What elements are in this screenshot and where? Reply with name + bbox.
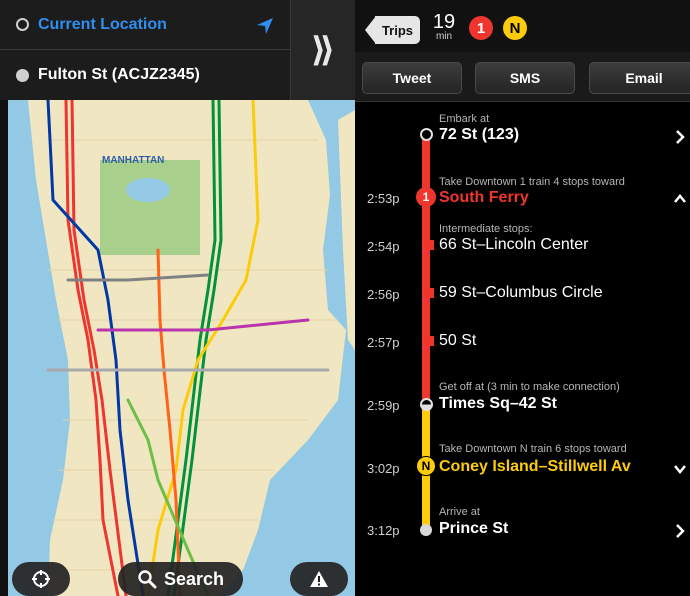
- line-1-badge: 1: [469, 16, 493, 40]
- locate-me-button[interactable]: [12, 562, 70, 596]
- subway-map[interactable]: MANHATTAN: [8, 100, 355, 596]
- origin-field[interactable]: Current Location: [0, 0, 290, 50]
- itinerary-list: Embark at 72 St (123) Take Downtown 1 tr…: [355, 102, 690, 596]
- intermediate-caption: Intermediate stops:: [439, 223, 533, 235]
- trips-back-button[interactable]: Trips: [365, 16, 420, 44]
- leg2-terminal: Coney Island–Stillwell Av: [439, 458, 631, 475]
- trip-duration-value: 19: [432, 11, 456, 33]
- email-button[interactable]: Email: [589, 62, 690, 94]
- destination-dot-icon: [16, 68, 29, 82]
- sms-button[interactable]: SMS: [475, 62, 575, 94]
- warning-icon: [310, 571, 328, 587]
- intermediate-stop-name: 59 St–Columbus Circle: [439, 284, 603, 301]
- intermediate-stop-name: 50 St: [439, 332, 477, 349]
- chevron-down-icon[interactable]: [674, 462, 686, 476]
- double-chevron-right-icon: ⟫: [310, 31, 336, 69]
- intermediate-stop-tick: [428, 240, 434, 250]
- embark-stop-icon: [419, 128, 433, 141]
- arrive-station: Prince St: [439, 520, 509, 537]
- embark-caption: Embark at: [439, 113, 490, 125]
- intermediate-stop-tick: [428, 288, 434, 298]
- search-button-label: Search: [163, 568, 225, 589]
- intermediate-stop-name: 66 St–Lincoln Center: [439, 236, 589, 253]
- destination-field[interactable]: Fulton St (ACJZ2345): [0, 50, 290, 100]
- trip-header: Trips 19 min 1 N: [355, 0, 690, 52]
- collapse-panel-button[interactable]: ⟫: [290, 0, 355, 100]
- search-button[interactable]: Search: [118, 562, 243, 596]
- chevron-up-icon[interactable]: [674, 192, 686, 206]
- crosshair-icon: [32, 570, 50, 588]
- route-endpoints: Current Location Fulton St (ACJZ2345): [0, 0, 290, 100]
- subway-map-graphic: MANHATTAN: [8, 100, 355, 596]
- origin-label: Current Location: [38, 15, 167, 33]
- map-reservoir: [126, 178, 170, 202]
- transfer-time: 2:59p: [367, 398, 400, 413]
- arrive-caption: Arrive at: [439, 506, 480, 518]
- arrive-time: 3:12p: [367, 523, 400, 538]
- leg1-line-badge: 1: [416, 187, 436, 207]
- chevron-right-icon[interactable]: [674, 130, 686, 144]
- tweet-button[interactable]: Tweet: [362, 62, 462, 94]
- embark-station: 72 St (123): [439, 126, 520, 143]
- trip-duration-unit: min: [435, 31, 453, 42]
- leg1-terminal: South Ferry: [439, 189, 529, 206]
- service-alert-button[interactable]: [290, 562, 348, 596]
- intermediate-stop-time: 2:57p: [367, 335, 400, 350]
- trip-duration: 19 min: [431, 12, 457, 42]
- transfer-stop-icon: [419, 398, 433, 411]
- map-central-park: [100, 160, 200, 255]
- intermediate-stop-time: 2:54p: [367, 239, 400, 254]
- chevron-right-icon[interactable]: [674, 524, 686, 538]
- arrive-stop-icon: [420, 524, 432, 536]
- origin-dot-icon: [16, 18, 29, 31]
- leg2-line-badge: N: [416, 456, 436, 476]
- leg1-time: 2:53p: [367, 191, 400, 206]
- intermediate-stop-tick: [428, 336, 434, 346]
- map-borough-label: MANHATTAN: [102, 155, 164, 166]
- transfer-station: Times Sq–42 St: [439, 395, 557, 412]
- search-icon: [138, 570, 157, 589]
- intermediate-stop-time: 2:56p: [367, 287, 400, 302]
- leg2-caption: Take Downtown N train 6 stops toward: [439, 443, 627, 455]
- share-toolbar: Tweet SMS Email: [355, 52, 690, 102]
- transfer-caption: Get off at (3 min to make connection): [439, 381, 620, 393]
- map-panel: Current Location Fulton St (ACJZ2345) ⟫: [0, 0, 355, 596]
- leg1-caption: Take Downtown 1 train 4 stops toward: [439, 176, 625, 188]
- route-line-1-segment: [422, 138, 430, 402]
- destination-label: Fulton St (ACJZ2345): [38, 66, 200, 83]
- line-n-badge: N: [503, 16, 527, 40]
- leg2-time: 3:02p: [367, 461, 400, 476]
- trips-back-label: Trips: [375, 16, 420, 44]
- location-arrow-icon[interactable]: [256, 17, 274, 35]
- itinerary-panel: Trips 19 min 1 N Tweet SMS Email Embark …: [355, 0, 690, 596]
